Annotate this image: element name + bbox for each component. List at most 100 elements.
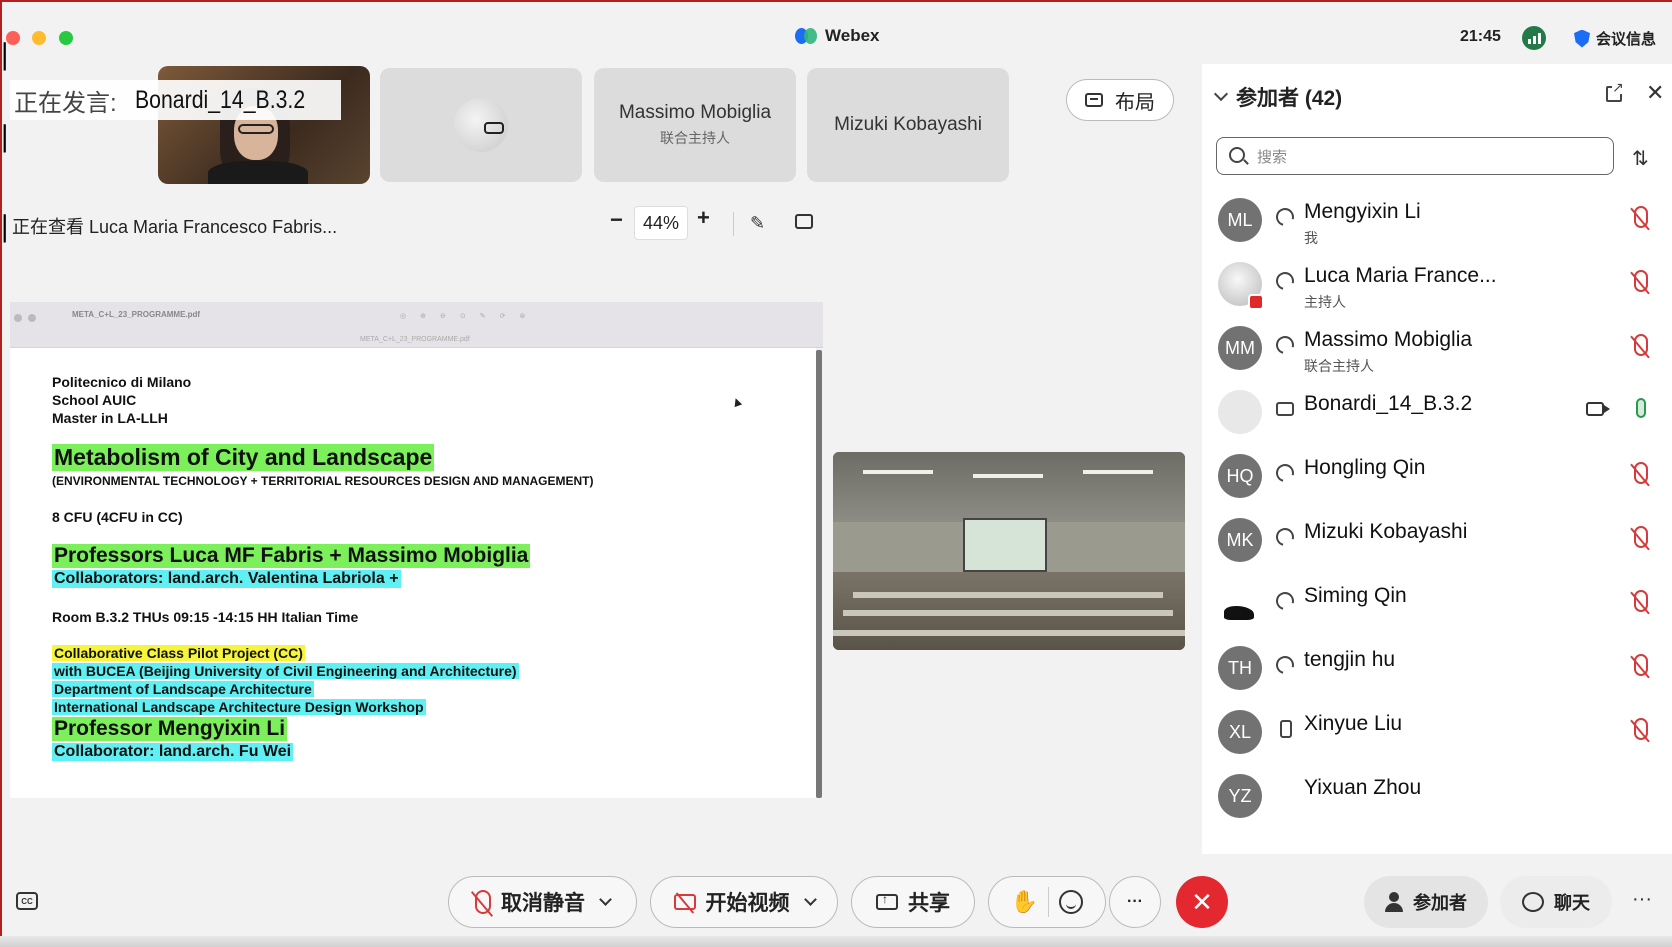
mic-muted-icon[interactable] [1634,590,1648,612]
shield-icon [1574,29,1590,48]
headset-icon [1272,204,1298,230]
participant-row[interactable]: Luca Maria France... 主持人 [1216,256,1656,320]
doc-line: Master in LA-LLH [52,410,168,426]
desk-row [833,630,1185,636]
shared-app-toolbar: META_C+L_23_PROGRAMME.pdf ◎ ⊕ ⊖ ⊙ ✎ ⟳ ⊛ META_C… [10,302,823,348]
close-icon[interactable]: ✕ [1646,80,1664,106]
participant-row[interactable]: YZ Yixuan Zhou [1216,768,1656,832]
start-video-button[interactable]: 开始视频 [650,876,838,928]
chat-button[interactable]: 聊天 [1500,876,1612,928]
doc-line: School AUIC [52,392,137,408]
participant-name: Xinyue Liu [1304,712,1403,735]
participant-row[interactable]: Siming Qin [1216,576,1656,640]
cropped-glyph: | [0,38,10,71]
panel-header[interactable]: 参加者 (42) [1213,82,1343,112]
avatar [1218,390,1262,434]
participants-button[interactable]: 参加者 [1364,876,1488,928]
window-bottom-edge [0,936,1672,947]
clock: 21:45 [1460,28,1501,45]
unmute-button[interactable]: 取消静音 [448,876,637,928]
participant-name: Mengyixin Li [1304,200,1421,223]
doc-title: Metabolism of City and Landscape [52,444,435,471]
meeting-info-button[interactable]: 会议信息 [1574,28,1656,49]
doc-line: Collaborative Class Pilot Project (CC) [52,645,305,661]
avatar: XL [1218,710,1262,754]
share-button[interactable]: 共享 [851,876,975,928]
headset-icon [1272,460,1298,486]
classroom-video[interactable] [833,452,1185,650]
headset-icon [1272,268,1298,294]
participant-row[interactable]: MM Massimo Mobiglia 联合主持人 [1216,320,1656,384]
more-panels-button[interactable]: ··· [1632,888,1652,911]
more-options-button[interactable]: ··· [1109,876,1161,928]
doc-line: Collaborator: land.arch. Fu Wei [52,743,294,761]
zoom-window-button[interactable] [59,31,73,45]
search-icon [1229,147,1245,163]
doc-line: Politecnico di Milano [52,374,192,390]
avatar: ML [1218,198,1262,242]
avatar: MK [1218,518,1262,562]
panel-title: 参加者 (42) [1236,87,1343,110]
participant-row[interactable]: XL Xinyue Liu [1216,704,1656,768]
reactions-icon[interactable] [1059,890,1084,914]
mic-muted-icon[interactable] [1634,206,1648,228]
closed-captions-button[interactable]: CC [16,892,38,910]
minimize-window-button[interactable] [32,31,46,45]
doc-line: 8 CFU (4CFU in CC) [52,509,183,525]
participant-row[interactable]: MK Mizuki Kobayashi [1216,512,1656,576]
mic-on-icon[interactable] [1636,398,1646,418]
avatar: HQ [1218,454,1262,498]
tile-name: Mizuki Kobayashi [834,114,982,135]
participant-role: 主持人 [1304,294,1346,310]
mobile-device-icon [1280,720,1292,738]
layout-button[interactable]: 布局 [1066,79,1174,121]
sharing-badge-icon [1248,294,1264,310]
share-label: 共享 [908,892,950,915]
video-tile[interactable] [380,68,582,182]
speaker-glasses [238,124,274,134]
annotate-icon[interactable]: ✎ [750,213,765,234]
sort-icon[interactable]: ⇅ [1632,146,1649,171]
raise-hand-icon[interactable]: ✋ [1011,889,1038,915]
participant-row[interactable]: Bonardi_14_B.3.2 [1216,384,1656,448]
headset-icon [1272,588,1298,614]
chevron-down-icon[interactable] [599,892,612,906]
meeting-info-label: 会议信息 [1596,31,1657,48]
mic-muted-icon[interactable] [1634,334,1648,356]
chat-label: 聊天 [1554,893,1590,913]
desk-row [843,610,1173,616]
search-placeholder: 搜索 [1257,148,1288,166]
zoom-out-button[interactable]: − [610,207,623,233]
person-icon [1385,892,1403,912]
headset-icon [1272,332,1298,358]
mic-muted-icon[interactable] [1634,270,1648,292]
participant-row[interactable]: ML Mengyixin Li 我 [1216,192,1656,256]
zoom-level[interactable]: 44% [634,206,688,240]
speaking-prefix: 正在发言: [14,89,117,117]
video-tile[interactable]: Massimo Mobiglia 联合主持人 [594,68,796,182]
participant-row[interactable]: TH tengjin hu [1216,640,1656,704]
chevron-down-icon[interactable] [803,892,817,906]
mic-muted-icon[interactable] [1634,718,1648,740]
desk-row [853,592,1163,598]
doc-line: Collaborators: land.arch. Valentina Labr… [52,570,401,588]
mic-muted-icon[interactable] [1634,654,1648,676]
leave-meeting-button[interactable]: ✕ [1176,876,1228,928]
camera-icon[interactable] [1586,402,1610,416]
mic-muted-icon[interactable] [1634,526,1648,548]
participant-name: Hongling Qin [1304,456,1426,479]
participant-row[interactable]: HQ Hongling Qin [1216,448,1656,512]
fit-screen-icon[interactable] [795,214,813,229]
classroom-ceiling [833,452,1185,522]
zoom-in-button[interactable]: + [697,205,710,231]
avatar [1218,262,1264,310]
mic-muted-icon[interactable] [1634,462,1648,484]
share-screen-icon [876,892,898,910]
popout-icon[interactable] [1606,80,1624,102]
search-input[interactable]: 搜索 [1216,137,1614,175]
chevron-down-icon[interactable] [1213,86,1229,102]
network-signal-icon[interactable] [1522,26,1546,50]
document-scrollbar[interactable] [816,350,822,798]
shared-toolbar-icons: ◎ ⊕ ⊖ ⊙ ✎ ⟳ ⊛ [400,313,526,320]
video-tile[interactable]: Mizuki Kobayashi [807,68,1009,182]
